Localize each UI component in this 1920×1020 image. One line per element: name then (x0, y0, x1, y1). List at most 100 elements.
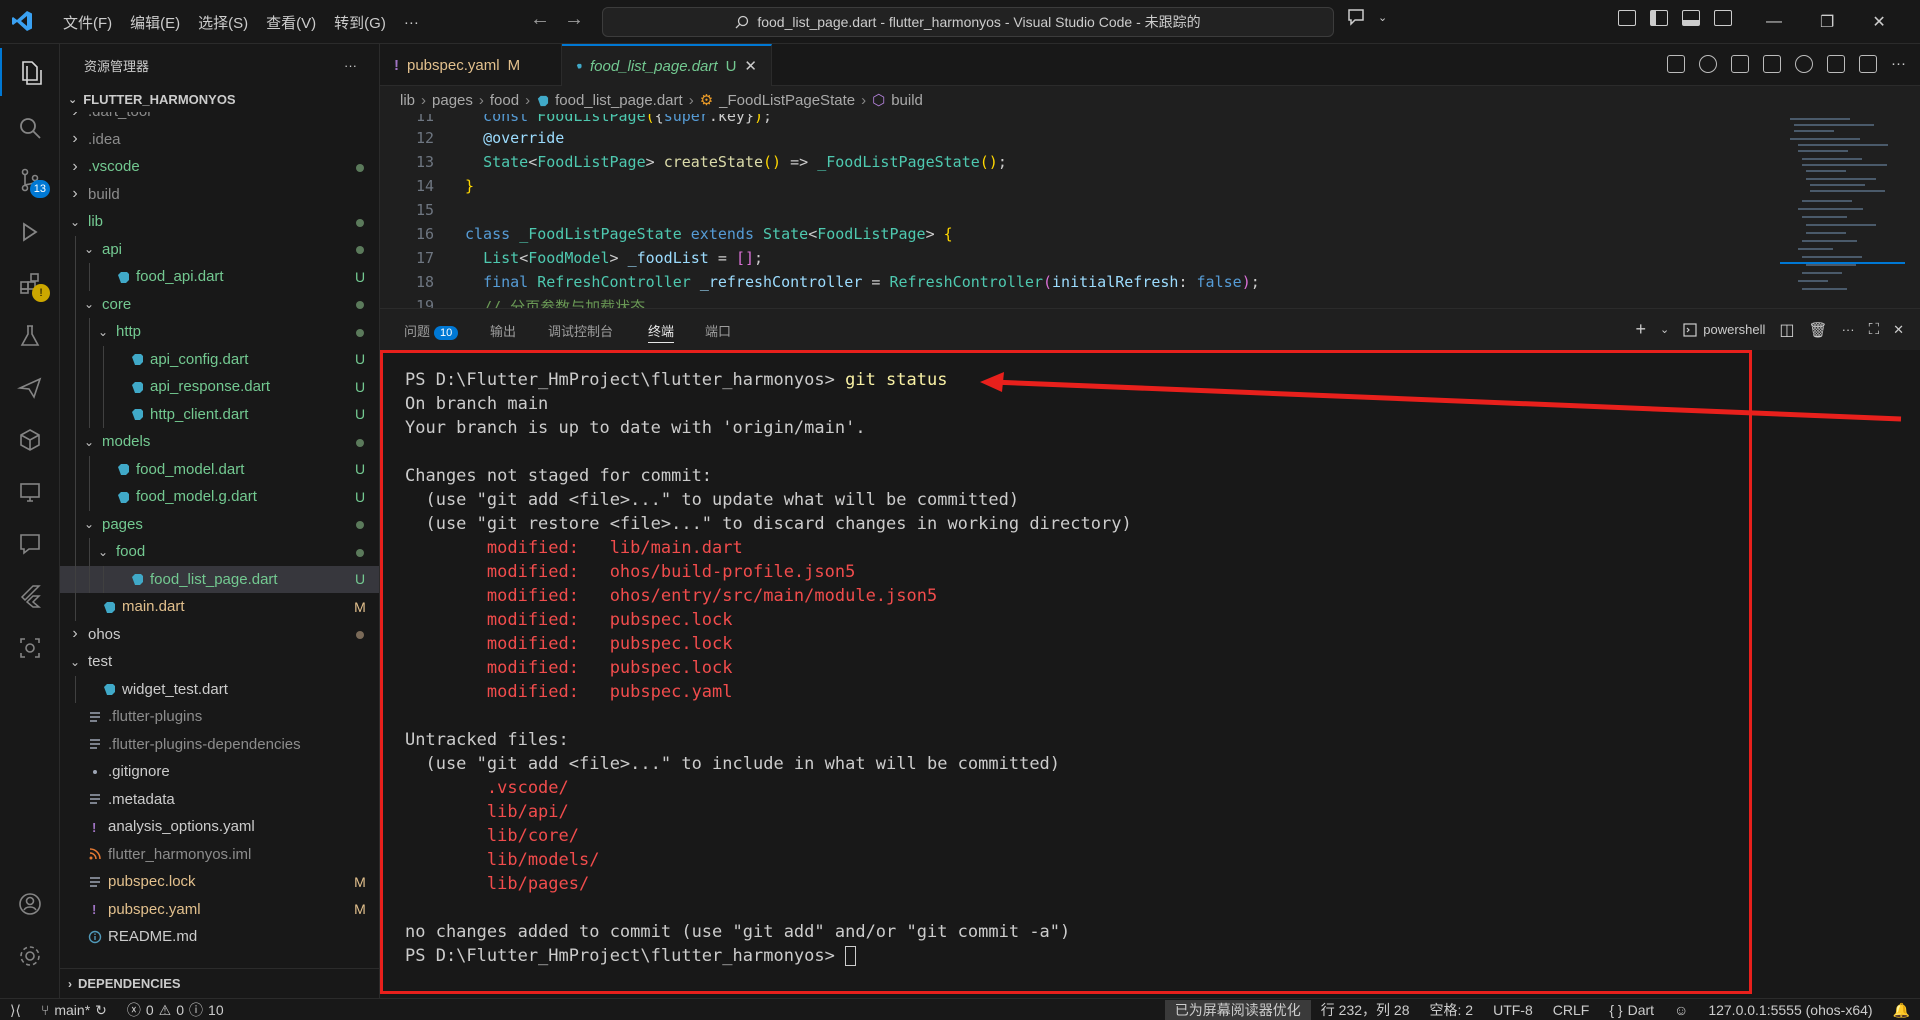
breadcrumb-item[interactable]: build (891, 92, 923, 109)
restore-icon[interactable]: ❐ (1820, 12, 1834, 32)
tree-item[interactable]: ⌄ pages (60, 510, 379, 538)
tab-pubspec-yaml[interactable]: ! pubspec.yaml M (380, 44, 562, 86)
tree-item[interactable]: api_config.dart U (60, 345, 379, 373)
find-icon[interactable] (1795, 55, 1813, 73)
indentation[interactable]: 空格: 2 (1420, 1000, 1484, 1020)
explorer-more-icon[interactable]: ··· (344, 58, 357, 73)
tree-item[interactable]: README.md (60, 923, 379, 951)
testing-icon[interactable] (0, 312, 60, 360)
close-tab-icon[interactable]: ✕ (744, 57, 757, 75)
tree-item[interactable]: ⌄ http (60, 318, 379, 346)
tab-output[interactable]: 输出 (490, 321, 516, 343)
more-actions-icon[interactable]: ··· (1842, 322, 1855, 337)
maximize-panel-icon[interactable]: ⛶ (1869, 321, 1880, 338)
tree-item[interactable]: .flutter-plugins-dependencies (60, 731, 379, 759)
tree-item[interactable]: .gitignore (60, 758, 379, 786)
extensions-icon[interactable]: ! (0, 260, 60, 308)
tree-item[interactable]: .metadata (60, 786, 379, 814)
language-mode[interactable]: { } Dart (1599, 1002, 1664, 1018)
account-icon[interactable] (0, 880, 60, 928)
forward-arrow-icon[interactable]: → (564, 8, 584, 31)
tab-debug-console[interactable]: 调试控制台 (548, 321, 613, 343)
open-changes-icon[interactable] (1731, 55, 1749, 73)
explorer-icon[interactable] (0, 48, 60, 96)
new-terminal-icon[interactable]: + (1636, 319, 1647, 340)
tree-item[interactable]: main.dart M (60, 593, 379, 621)
command-center[interactable]: food_list_page.dart - flutter_harmonyos … (602, 7, 1334, 37)
chevron-down-icon[interactable]: ⌄ (1378, 11, 1387, 24)
more-actions-icon[interactable]: ··· (1891, 55, 1906, 73)
split-editor-icon[interactable] (1859, 55, 1877, 73)
compare-icon[interactable] (1763, 55, 1781, 73)
problems-indicator[interactable]: ⓧ 0 ⚠ 0 ⓘ 10 (117, 1000, 234, 1020)
terminal-shell-icon[interactable]: powershell (1683, 322, 1765, 337)
inspect-icon[interactable] (0, 624, 60, 672)
toggle-sidebar-icon[interactable] (1650, 10, 1668, 26)
tree-item[interactable]: › ohos (60, 621, 379, 649)
terminal[interactable]: PS D:\Flutter_HmProject\flutter_harmonyo… (380, 350, 1920, 998)
search-icon[interactable] (0, 104, 60, 152)
menu-view[interactable]: 查看(V) (257, 12, 325, 33)
tree-item[interactable]: api_response.dart U (60, 373, 379, 401)
tree-item[interactable]: pubspec.lock M (60, 868, 379, 896)
code-editor[interactable]: 11 const FoodListPage({super.key}); 12 @… (380, 114, 1780, 308)
toggle-secondary-sidebar-icon[interactable] (1714, 10, 1732, 26)
tree-item[interactable]: food_model.g.dart U (60, 483, 379, 511)
flutter-icon[interactable] (0, 572, 60, 620)
tree-item[interactable]: food_list_page.dart U (60, 565, 379, 593)
tree-item[interactable]: ! pubspec.yaml M (60, 896, 379, 924)
menu-more[interactable]: ··· (395, 14, 428, 31)
split-terminal-icon[interactable]: ◫ (1779, 320, 1794, 340)
trash-icon[interactable]: 🗑 (1809, 321, 1828, 339)
tree-item[interactable]: › .dart_tool (60, 112, 379, 126)
tree-item[interactable]: ! analysis_options.yaml (60, 813, 379, 841)
remote-explorer-icon[interactable] (0, 468, 60, 516)
run-debug-icon[interactable] (0, 208, 60, 256)
customize-layout-icon[interactable] (1618, 10, 1636, 26)
line-endings[interactable]: CRLF (1543, 1002, 1600, 1018)
close-window-icon[interactable]: ✕ (1872, 12, 1885, 32)
upload-icon[interactable] (1699, 55, 1717, 73)
source-control-icon[interactable]: 13 (0, 156, 60, 204)
minimize-icon[interactable]: — (1766, 13, 1782, 31)
flutter-device[interactable]: 127.0.0.1:5555 (ohos-x64) (1698, 1002, 1882, 1018)
menu-go[interactable]: 转到(G) (325, 12, 395, 33)
back-arrow-icon[interactable]: ← (530, 8, 550, 31)
tree-item[interactable]: food_api.dart U (60, 263, 379, 291)
tab-problems[interactable]: 问题 10 (404, 321, 459, 343)
tree-item[interactable]: › .idea (60, 126, 379, 154)
package-icon[interactable] (0, 416, 60, 464)
preview-icon[interactable] (1667, 55, 1685, 73)
tree-item[interactable]: › .vscode (60, 153, 379, 181)
tree-item[interactable]: › build (60, 181, 379, 209)
cursor-position[interactable]: 行 232，列 28 (1311, 1000, 1420, 1020)
breadcrumb-item[interactable]: pages (432, 92, 473, 109)
tab-ports[interactable]: 端口 (705, 321, 731, 343)
tree-item[interactable]: ⌄ api (60, 235, 379, 263)
chevron-down-icon[interactable]: ⌄ (1660, 323, 1669, 336)
tree-item[interactable]: widget_test.dart (60, 675, 379, 703)
menu-file[interactable]: 文件(F) (54, 12, 121, 33)
dependencies-section-header[interactable]: › DEPENDENCIES (60, 968, 379, 998)
tree-item[interactable]: flutter_harmonyos.iml (60, 841, 379, 869)
tree-item[interactable]: ⌄ food (60, 538, 379, 566)
branch-indicator[interactable]: ⑂ main* ↻ (31, 1002, 117, 1019)
tree-item[interactable]: ⌄ core (60, 290, 379, 318)
menu-edit[interactable]: 编辑(E) (121, 12, 189, 33)
tree-item[interactable]: food_model.dart U (60, 455, 379, 483)
breadcrumb-item[interactable]: lib (400, 92, 415, 109)
project-section-header[interactable]: ⌄ FLUTTER_HARMONYOS (60, 86, 379, 112)
breadcrumb-item[interactable]: food (490, 92, 519, 109)
breadcrumb-item[interactable]: _FoodListPageState (719, 92, 855, 109)
send-icon[interactable] (0, 364, 60, 412)
chat-edit-icon[interactable] (0, 520, 60, 568)
tree-item[interactable]: ⌄ lib (60, 208, 379, 236)
toggle-inline-icon[interactable] (1827, 55, 1845, 73)
menu-selection[interactable]: 选择(S) (189, 12, 257, 33)
remote-indicator-icon[interactable]: ⟩⟨ (0, 1002, 31, 1019)
tab-terminal[interactable]: 终端 (648, 321, 675, 343)
close-panel-icon[interactable]: ✕ (1893, 322, 1904, 338)
encoding[interactable]: UTF-8 (1483, 1002, 1543, 1018)
toggle-panel-icon[interactable] (1682, 10, 1700, 26)
minimap[interactable] (1780, 114, 1905, 308)
